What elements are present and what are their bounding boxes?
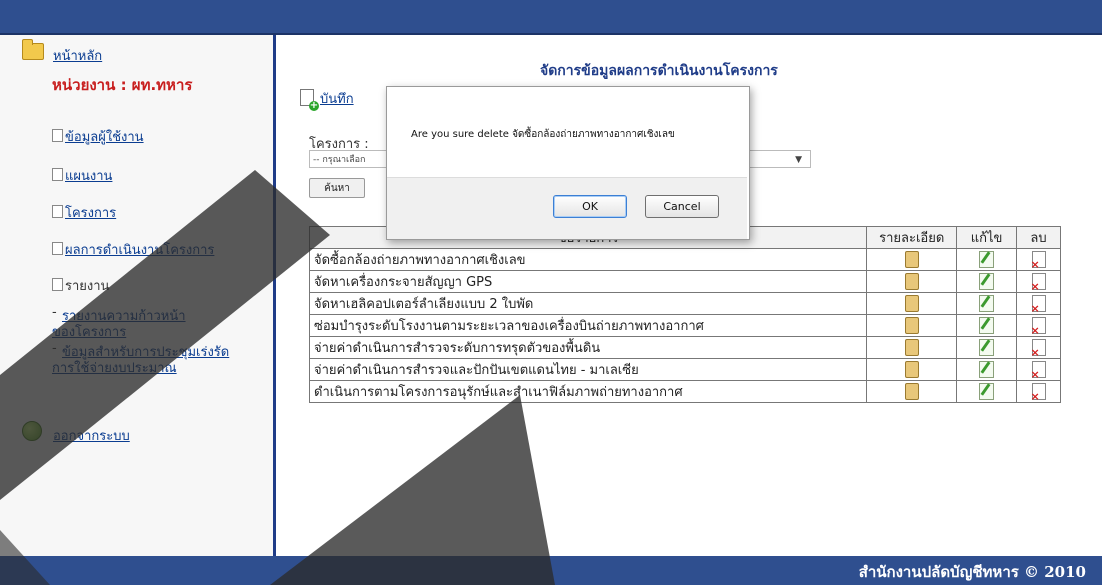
report-dash: - [52,305,57,320]
page-icon [52,278,63,291]
sidebar-item-plans[interactable]: แผนงาน [52,165,112,186]
row-name: จ่ายค่าดำเนินการสำรวจและปักปันเขตแดนไทย … [308,358,868,381]
table-row: ซ่อมบำรุงระดับโรงงานตามระยะเวลาของเครื่อ… [308,314,1061,337]
clipboard-icon[interactable] [904,383,919,400]
delete-icon[interactable] [1031,317,1046,336]
delete-icon[interactable] [1031,361,1046,380]
confirm-dialog: Are you sure delete จัดซื้อกล้องถ่ายภาพท… [386,86,750,240]
col-header-edit: แก้ไข [956,226,1018,249]
clipboard-icon[interactable] [904,295,919,312]
edit-icon[interactable] [979,317,995,334]
logout-icon [22,421,42,441]
row-name: ซ่อมบำรุงระดับโรงงานตามระยะเวลาของเครื่อ… [308,314,868,337]
sidebar-item-users[interactable]: ข้อมูลผู้ใช้งาน [52,126,144,147]
record-link[interactable]: บันทึก [300,88,354,111]
edit-icon[interactable] [979,361,995,378]
cancel-button[interactable]: Cancel [645,195,719,218]
edit-icon[interactable] [979,339,995,356]
row-name: ดำเนินการตามโครงการอนุรักษ์และสำเนาฟิล์ม… [308,380,868,403]
clipboard-icon[interactable] [904,339,919,356]
home-link[interactable]: หน้าหลัก [53,45,102,66]
folder-icon [22,39,44,60]
dialog-footer: OK Cancel [387,177,747,239]
col-header-delete: ลบ [1016,226,1061,249]
page-icon [52,168,63,181]
sidebar: หน้าหลัก หน่วยงาน : ผท.ทหาร ข้อมูลผู้ใช้… [0,35,273,556]
delete-icon[interactable] [1031,295,1046,314]
edit-icon[interactable] [979,383,995,400]
sidebar-divider [273,35,276,556]
page-icon [52,242,63,255]
clipboard-icon[interactable] [904,317,919,334]
dialog-message: Are you sure delete จัดซื้อกล้องถ่ายภาพท… [411,129,675,140]
page-icon [52,129,63,142]
unit-label: หน่วยงาน : ผท.ทหาร [52,76,193,94]
delete-icon[interactable] [1031,251,1046,270]
sidebar-item-projects[interactable]: โครงการ [52,202,116,223]
logout-link[interactable]: ออกจากระบบ [53,425,130,446]
row-name: จัดซื้อกล้องถ่ายภาพทางอากาศเชิงเลข [308,248,868,271]
report-dash: - [52,341,57,356]
page-title: จัดการข้อมูลผลการดำเนินงานโครงการ [540,63,778,79]
clipboard-icon[interactable] [904,361,919,378]
footer-copyright: สำนักงานปลัดบัญชีทหาร © 2010 [858,563,1086,581]
table-row: ดำเนินการตามโครงการอนุรักษ์และสำเนาฟิล์ม… [308,380,1061,403]
delete-icon[interactable] [1031,339,1046,358]
table-row: จัดซื้อกล้องถ่ายภาพทางอากาศเชิงเลข [308,248,1061,271]
row-name: จัดหาเครื่องกระจายสัญญา GPS [308,270,868,293]
footer-bar: สำนักงานปลัดบัญชีทหาร © 2010 [0,556,1102,585]
table-row: จัดหาเฮลิคอปเตอร์ลำเลียงแบบ 2 ใบพัด [308,292,1061,315]
top-banner [0,0,1102,35]
edit-icon[interactable] [979,251,995,268]
report-meeting-link-line2[interactable]: การใช้จ่ายงบประมาณ [52,357,177,378]
delete-icon[interactable] [1031,383,1046,402]
col-header-detail: รายละเอียด [866,226,958,249]
row-name: จัดหาเฮลิคอปเตอร์ลำเลียงแบบ 2 ใบพัด [308,292,868,315]
table-row: จ่ายค่าดำเนินการสำรวจและปักปันเขตแดนไทย … [308,358,1061,381]
results-table: ชื่อรายการ รายละเอียด แก้ไข ลบ จัดซื้อกล… [308,226,1061,403]
clipboard-icon[interactable] [904,251,919,268]
row-name: จ่ายค่าดำเนินการสำรวจระดับการทรุดตัวของพ… [308,336,868,359]
clipboard-icon[interactable] [904,273,919,290]
table-row: จ่ายค่าดำเนินการสำรวจระดับการทรุดตัวของพ… [308,336,1061,359]
page-icon [52,205,63,218]
edit-icon[interactable] [979,295,995,312]
sidebar-item-results[interactable]: ผลการดำเนินงานโครงการ [52,239,214,260]
chevron-down-icon: ▼ [795,155,802,165]
table-row: จัดหาเครื่องกระจายสัญญา GPS [308,270,1061,293]
search-button[interactable]: ค้นหา [309,178,365,198]
add-document-icon [300,89,319,111]
report-progress-link-line2[interactable]: ของโครงการ [52,321,126,342]
delete-icon[interactable] [1031,273,1046,292]
report-section-label: รายงาน [52,275,109,296]
ok-button[interactable]: OK [553,195,627,218]
edit-icon[interactable] [979,273,995,290]
